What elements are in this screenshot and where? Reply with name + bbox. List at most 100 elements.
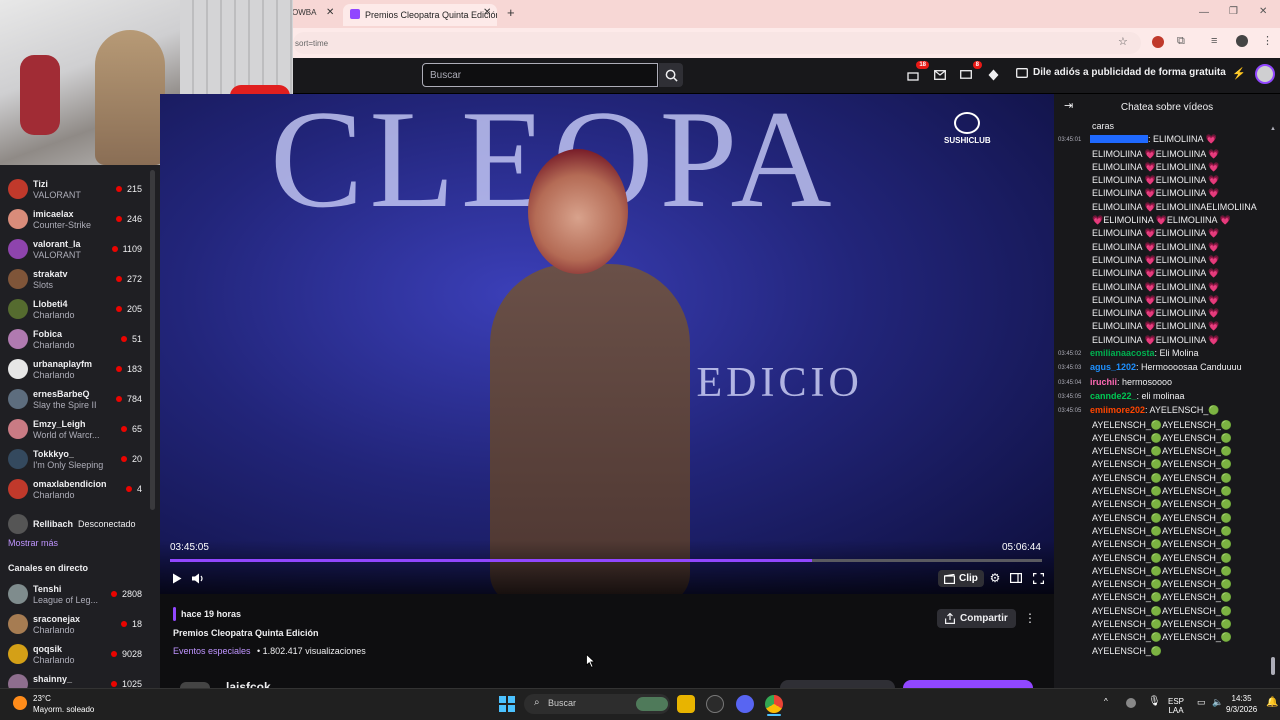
play-button[interactable] — [170, 571, 184, 585]
sidebar-item-fobica[interactable]: Fobica Charlando 51 — [0, 325, 150, 355]
close-window-icon[interactable]: ✕ — [1259, 6, 1267, 17]
extension-icon[interactable] — [1152, 36, 1164, 48]
channel-name: strakatv — [33, 269, 68, 279]
show-more-link[interactable]: Mostrar más — [8, 538, 58, 548]
chat-text: ELIMOLIINA 💗ELIMOLIINA 💗 — [1092, 321, 1220, 332]
weather-widget[interactable]: 23°C Mayorm. soleado — [14, 693, 94, 715]
chat-text: AYELENSCH_🟢AYELENSCH_🟢 — [1092, 579, 1233, 590]
sidebar-scrollbar[interactable] — [150, 170, 155, 510]
settings-button[interactable]: ⚙ — [988, 571, 1002, 585]
viewer-count-value: 4 — [136, 484, 142, 494]
browser-tab-active[interactable]: Premios Cleopatra Quinta Edición — [343, 4, 497, 26]
chat-username[interactable] — [1090, 135, 1148, 144]
browser-menu-icon[interactable]: ⋮ — [1262, 34, 1273, 47]
windows-start-icon[interactable] — [499, 696, 515, 712]
app-icon[interactable] — [706, 695, 724, 713]
chat-timestamp: 03:45:05 — [1058, 408, 1082, 415]
prime-loot-icon[interactable]: 18 — [905, 61, 929, 83]
system-clock[interactable]: 14:35 9/3/2026 — [1226, 693, 1257, 715]
share-button[interactable]: Compartir — [937, 609, 1016, 628]
envelope-icon — [934, 70, 946, 80]
extensions-puzzle-icon[interactable]: ⧉ — [1177, 35, 1185, 48]
chat-username[interactable]: iruchii — [1090, 377, 1117, 387]
chat-username[interactable]: emilianaacosta — [1090, 348, 1155, 358]
bits-icon[interactable] — [985, 67, 1001, 83]
chat-text: AYELENSCH_🟢 — [1092, 645, 1163, 656]
volume-icon — [191, 573, 203, 583]
search-button[interactable] — [659, 63, 683, 87]
viewer-count: 9028 — [110, 649, 142, 659]
chat-text: ELIMOLIINA 💗ELIMOLIINA 💗 — [1092, 228, 1220, 239]
network-icon[interactable]: ▭ — [1197, 697, 1206, 708]
tray-overflow-icon[interactable]: ^ — [1104, 697, 1108, 706]
chat-message: AYELENSCH_🟢AYELENSCH_🟢 — [1058, 565, 1268, 578]
scrollbar-thumb[interactable] — [1271, 657, 1275, 675]
subscribe-button[interactable] — [903, 680, 1033, 688]
profile-avatar[interactable] — [1236, 35, 1248, 47]
bookmark-star-icon[interactable]: ☆ — [1118, 35, 1128, 48]
chrome-icon[interactable] — [765, 695, 783, 713]
theatre-mode-button[interactable] — [1009, 571, 1023, 585]
media-icon[interactable]: ≡ — [1211, 35, 1217, 47]
video-player[interactable]: CLEOPA A EDICIO SUSHICLUB — [160, 94, 1054, 594]
tray-app-icon[interactable] — [1126, 698, 1136, 708]
sidebar-item-qoqsik[interactable]: qoqsik Charlando 9028 — [0, 640, 150, 670]
live-dot-icon — [120, 336, 127, 342]
category-link[interactable]: Eventos especiales — [173, 646, 251, 656]
sidebar-item-offline[interactable]: Rellibach Desconectado — [0, 510, 150, 540]
sidebar-item-tenshi[interactable]: Tenshi League of Leg... 2808 — [0, 580, 150, 610]
search-input[interactable]: Buscar — [422, 63, 658, 87]
chat-message: ELIMOLIINA 💗ELIMOLIINA 💗 — [1058, 320, 1268, 333]
fullscreen-button[interactable] — [1031, 571, 1045, 585]
channel-name: imicaelax — [33, 209, 74, 219]
sidebar-item-ernesbarbeq[interactable]: ernesBarbeQ Slay the Spire II 784 — [0, 385, 150, 415]
volume-button[interactable] — [191, 571, 205, 585]
speaker-icon[interactable]: 🔈 — [1212, 697, 1223, 708]
address-bar[interactable]: sort=time — [293, 32, 1141, 54]
file-explorer-icon[interactable] — [677, 695, 695, 713]
chat-text: ELIMOLIINA 💗ELIMOLIINA 💗 — [1092, 241, 1220, 252]
chat-message: AYELENSCH_🟢AYELENSCH_🟢 — [1058, 498, 1268, 511]
sidebar-item-tizi[interactable]: Tizi VALORANT 215 — [0, 175, 150, 205]
close-active-tab-icon[interactable]: ✕ — [483, 7, 491, 18]
chat-text: AYELENSCH_🟢AYELENSCH_🟢 — [1092, 432, 1233, 443]
sidebar-item-strakatv[interactable]: strakatv Slots 272 — [0, 265, 150, 295]
sidebar-item-urbanaplayfm[interactable]: urbanaplayfm Charlando 183 — [0, 355, 150, 385]
live-dot-icon — [110, 591, 117, 597]
chat-text: 💗ELIMOLIINA 💗ELIMOLIINA 💗 — [1092, 215, 1231, 226]
chat-username[interactable]: agus_1202 — [1090, 362, 1136, 372]
sidebar-item-valorant_la[interactable]: valorant_la VALORANT 1109 — [0, 235, 150, 265]
turbo-icon[interactable]: ⚡ — [1232, 67, 1246, 80]
microphone-icon[interactable]: 🎙 — [1148, 696, 1161, 707]
gift-sub-button[interactable] — [780, 680, 895, 688]
chat-username[interactable]: cannde22_ — [1090, 391, 1137, 401]
sidebar-item-llobeti4[interactable]: Llobeti4 Charlando 205 — [0, 295, 150, 325]
chat-scrollbar[interactable]: ▲ — [1270, 122, 1276, 682]
sidebar-item-imicaelax[interactable]: imicaelax Counter-Strike 246 — [0, 205, 150, 235]
language-indicator[interactable]: ESP LAA — [1168, 697, 1184, 715]
new-tab-icon[interactable]: + — [507, 5, 515, 20]
browser-tab-previous[interactable]: OWBA — [292, 8, 316, 17]
user-avatar[interactable] — [1255, 64, 1275, 84]
ad-free-button[interactable]: Dile adiós a publicidad de forma gratuit… — [1016, 67, 1226, 78]
notification-bell-icon[interactable]: 🔔 — [1266, 697, 1278, 708]
chat-username[interactable]: emiimore202 — [1090, 405, 1145, 415]
maximize-window-icon[interactable]: ❐ — [1229, 6, 1238, 17]
channel-name[interactable]: laisfcok — [226, 680, 271, 688]
minimize-window-icon[interactable]: — — [1199, 7, 1209, 18]
weather-condition: Mayorm. soleado — [33, 705, 95, 714]
discord-icon[interactable] — [736, 695, 754, 713]
channel-game: VALORANT — [33, 250, 81, 260]
viewer-count-value: 205 — [126, 304, 142, 314]
sidebar-item-emzy_leigh[interactable]: Emzy_Leigh World of Warcr... 65 — [0, 415, 150, 445]
chat-text: AYELENSCH_🟢AYELENSCH_🟢 — [1092, 512, 1233, 523]
whispers-icon[interactable]: 8 — [958, 61, 982, 83]
sidebar-item-omaxlabendicion[interactable]: omaxlabendicion Charlando 4 — [0, 475, 150, 505]
inbox-icon[interactable] — [932, 67, 948, 83]
clip-button[interactable]: Clip — [938, 570, 984, 587]
more-options-icon[interactable]: ⋮ — [1024, 611, 1036, 625]
sidebar-item-sraconejax[interactable]: sraconejax Charlando 18 — [0, 610, 150, 640]
close-tab-icon[interactable]: ✕ — [326, 7, 334, 18]
avatar — [8, 614, 28, 634]
sidebar-item-tokkkyo_[interactable]: Tokkkyo_ I'm Only Sleeping 20 — [0, 445, 150, 475]
